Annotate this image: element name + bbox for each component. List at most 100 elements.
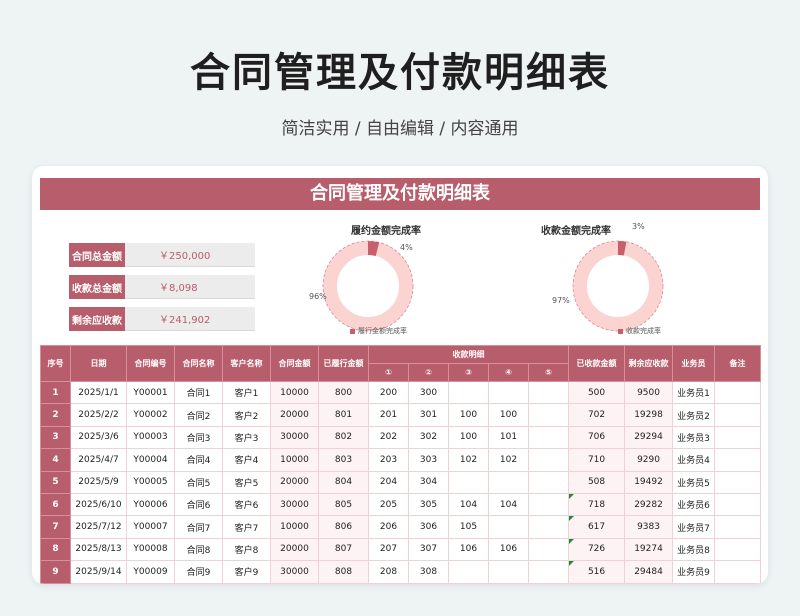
remark-cell[interactable] bbox=[714, 470, 762, 494]
amount-cell[interactable]: 20000 bbox=[270, 403, 319, 427]
remaining-cell[interactable]: 19298 bbox=[624, 403, 674, 427]
installment-1-cell[interactable]: 207 bbox=[368, 537, 409, 562]
installment-4-cell[interactable]: 104 bbox=[488, 492, 529, 517]
received-cell[interactable]: 702 bbox=[568, 403, 626, 427]
performed-cell[interactable]: 800 bbox=[318, 380, 369, 405]
installment-1-cell[interactable]: 202 bbox=[368, 425, 409, 450]
customer-cell[interactable]: 客户8 bbox=[222, 537, 271, 562]
installment-2-cell[interactable]: 305 bbox=[408, 492, 449, 517]
received-cell[interactable]: 617 bbox=[568, 515, 626, 539]
remaining-cell[interactable]: 29484 bbox=[624, 560, 674, 584]
installment-5-cell[interactable] bbox=[527, 470, 570, 494]
amount-cell[interactable]: 10000 bbox=[270, 380, 319, 405]
installment-3-cell[interactable]: 100 bbox=[448, 403, 489, 427]
installment-1-cell[interactable]: 206 bbox=[368, 515, 409, 539]
amount-cell[interactable]: 10000 bbox=[270, 515, 319, 539]
performed-cell[interactable]: 806 bbox=[318, 515, 369, 539]
installment-2-cell[interactable]: 306 bbox=[408, 515, 449, 539]
installment-5-cell[interactable] bbox=[527, 560, 570, 584]
contract-name-cell[interactable]: 合同9 bbox=[174, 560, 223, 584]
performed-cell[interactable]: 801 bbox=[318, 403, 369, 427]
installment-5-cell[interactable] bbox=[527, 492, 570, 517]
contract-no-cell[interactable]: Y00005 bbox=[126, 470, 175, 494]
remark-cell[interactable] bbox=[714, 403, 762, 427]
received-cell[interactable]: 516 bbox=[568, 560, 626, 584]
remaining-cell[interactable]: 9383 bbox=[624, 515, 674, 539]
summary-value[interactable]: ￥8,098 bbox=[125, 275, 255, 299]
remark-cell[interactable] bbox=[714, 380, 762, 405]
summary-value[interactable]: ￥250,000 bbox=[125, 243, 255, 267]
contract-no-cell[interactable]: Y00006 bbox=[126, 492, 175, 517]
installment-3-cell[interactable] bbox=[448, 380, 489, 405]
performed-cell[interactable]: 808 bbox=[318, 560, 369, 584]
salesperson-cell[interactable]: 业务员7 bbox=[672, 515, 716, 539]
installment-1-cell[interactable]: 205 bbox=[368, 492, 409, 517]
date-cell[interactable]: 2025/2/2 bbox=[70, 403, 127, 427]
installment-1-cell[interactable]: 208 bbox=[368, 560, 409, 584]
performed-cell[interactable]: 805 bbox=[318, 492, 369, 517]
performed-cell[interactable]: 804 bbox=[318, 470, 369, 494]
date-cell[interactable]: 2025/7/12 bbox=[70, 515, 127, 539]
installment-2-cell[interactable]: 308 bbox=[408, 560, 449, 584]
received-cell[interactable]: 500 bbox=[568, 380, 626, 405]
remark-cell[interactable] bbox=[714, 515, 762, 539]
received-cell[interactable]: 718 bbox=[568, 492, 626, 517]
remaining-cell[interactable]: 19492 bbox=[624, 470, 674, 494]
installment-1-cell[interactable]: 201 bbox=[368, 403, 409, 427]
installment-4-cell[interactable]: 102 bbox=[488, 448, 529, 472]
remark-cell[interactable] bbox=[714, 425, 762, 450]
installment-5-cell[interactable] bbox=[527, 448, 570, 472]
received-cell[interactable]: 726 bbox=[568, 537, 626, 562]
installment-4-cell[interactable]: 101 bbox=[488, 425, 529, 450]
amount-cell[interactable]: 30000 bbox=[270, 425, 319, 450]
summary-value[interactable]: ￥241,902 bbox=[125, 307, 255, 331]
contract-name-cell[interactable]: 合同1 bbox=[174, 380, 223, 405]
customer-cell[interactable]: 客户5 bbox=[222, 470, 271, 494]
salesperson-cell[interactable]: 业务员8 bbox=[672, 537, 716, 562]
installment-1-cell[interactable]: 203 bbox=[368, 448, 409, 472]
installment-1-cell[interactable]: 204 bbox=[368, 470, 409, 494]
contract-no-cell[interactable]: Y00007 bbox=[126, 515, 175, 539]
contract-no-cell[interactable]: Y00008 bbox=[126, 537, 175, 562]
amount-cell[interactable]: 20000 bbox=[270, 470, 319, 494]
remark-cell[interactable] bbox=[714, 560, 762, 584]
remark-cell[interactable] bbox=[714, 448, 762, 472]
installment-1-cell[interactable]: 200 bbox=[368, 380, 409, 405]
remark-cell[interactable] bbox=[714, 537, 762, 562]
contract-name-cell[interactable]: 合同5 bbox=[174, 470, 223, 494]
amount-cell[interactable]: 30000 bbox=[270, 560, 319, 584]
salesperson-cell[interactable]: 业务员9 bbox=[672, 560, 716, 584]
salesperson-cell[interactable]: 业务员5 bbox=[672, 470, 716, 494]
date-cell[interactable]: 2025/9/14 bbox=[70, 560, 127, 584]
date-cell[interactable]: 2025/6/10 bbox=[70, 492, 127, 517]
salesperson-cell[interactable]: 业务员6 bbox=[672, 492, 716, 517]
customer-cell[interactable]: 客户1 bbox=[222, 380, 271, 405]
salesperson-cell[interactable]: 业务员1 bbox=[672, 380, 716, 405]
remaining-cell[interactable]: 9290 bbox=[624, 448, 674, 472]
remaining-cell[interactable]: 29282 bbox=[624, 492, 674, 517]
installment-2-cell[interactable]: 303 bbox=[408, 448, 449, 472]
installment-3-cell[interactable]: 105 bbox=[448, 515, 489, 539]
remark-cell[interactable] bbox=[714, 492, 762, 517]
date-cell[interactable]: 2025/3/6 bbox=[70, 425, 127, 450]
installment-2-cell[interactable]: 300 bbox=[408, 380, 449, 405]
contract-no-cell[interactable]: Y00002 bbox=[126, 403, 175, 427]
customer-cell[interactable]: 客户9 bbox=[222, 560, 271, 584]
installment-3-cell[interactable]: 102 bbox=[448, 448, 489, 472]
customer-cell[interactable]: 客户7 bbox=[222, 515, 271, 539]
amount-cell[interactable]: 20000 bbox=[270, 537, 319, 562]
installment-2-cell[interactable]: 304 bbox=[408, 470, 449, 494]
customer-cell[interactable]: 客户6 bbox=[222, 492, 271, 517]
installment-4-cell[interactable] bbox=[488, 515, 529, 539]
remaining-cell[interactable]: 9500 bbox=[624, 380, 674, 405]
installment-3-cell[interactable]: 104 bbox=[448, 492, 489, 517]
received-cell[interactable]: 710 bbox=[568, 448, 626, 472]
contract-no-cell[interactable]: Y00003 bbox=[126, 425, 175, 450]
installment-5-cell[interactable] bbox=[527, 515, 570, 539]
contract-name-cell[interactable]: 合同8 bbox=[174, 537, 223, 562]
customer-cell[interactable]: 客户4 bbox=[222, 448, 271, 472]
installment-3-cell[interactable]: 106 bbox=[448, 537, 489, 562]
salesperson-cell[interactable]: 业务员3 bbox=[672, 425, 716, 450]
installment-2-cell[interactable]: 301 bbox=[408, 403, 449, 427]
contract-name-cell[interactable]: 合同7 bbox=[174, 515, 223, 539]
